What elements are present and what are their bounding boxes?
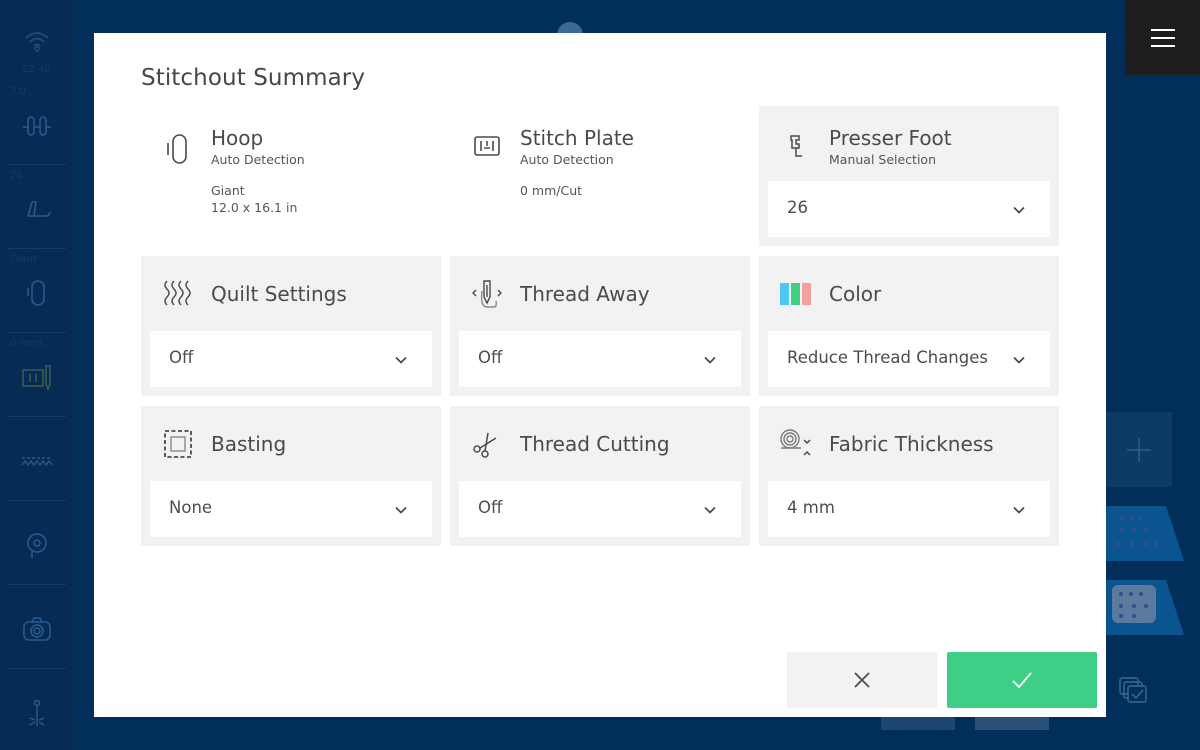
sidebar-item-camera[interactable] bbox=[8, 586, 66, 669]
thread-away-select[interactable]: Off bbox=[459, 331, 741, 387]
chevron-down-icon bbox=[394, 502, 408, 516]
quilt-icon bbox=[161, 277, 195, 311]
confirm-button[interactable] bbox=[947, 652, 1097, 708]
stitch-plate-title: Stitch Plate bbox=[520, 126, 634, 150]
presser-foot-icon bbox=[779, 130, 813, 164]
sidebar-item-bobbin[interactable] bbox=[8, 502, 66, 585]
presser-foot-subtitle: Manual Selection bbox=[829, 152, 937, 167]
thread-away-card: Thread Away Off bbox=[450, 256, 750, 396]
design-thumbnail[interactable] bbox=[1106, 506, 1184, 561]
color-card: Color Reduce Thread Changes bbox=[759, 256, 1059, 396]
hoop-title: Hoop bbox=[211, 126, 264, 150]
sidebar-item-needle-light[interactable] bbox=[8, 670, 66, 750]
quilt-settings-value: Off bbox=[169, 348, 194, 367]
quilt-settings-title: Quilt Settings bbox=[211, 282, 347, 306]
chevron-down-icon bbox=[1012, 202, 1026, 216]
presser-foot-title: Presser Foot bbox=[829, 126, 952, 150]
presser-foot-select[interactable]: 26 bbox=[768, 181, 1050, 237]
thread-cutting-select[interactable]: Off bbox=[459, 481, 741, 537]
quilt-settings-select[interactable]: Off bbox=[150, 331, 432, 387]
fabric-thickness-title: Fabric Thickness bbox=[829, 432, 994, 456]
stitch-plate-card: Stitch Plate Auto Detection 0 mm/Cut bbox=[450, 106, 750, 246]
checkmark-icon bbox=[1010, 668, 1034, 692]
chevron-down-icon bbox=[703, 352, 717, 366]
layers-icon[interactable] bbox=[1118, 676, 1150, 708]
basting-icon bbox=[161, 427, 195, 461]
add-design-button[interactable] bbox=[1106, 412, 1172, 487]
close-icon bbox=[850, 668, 874, 692]
hoop-icon bbox=[161, 132, 195, 166]
wifi-icon bbox=[24, 28, 50, 54]
stitch-plate-needle-icon bbox=[22, 362, 52, 392]
stitch-plate-subtitle: Auto Detection bbox=[520, 152, 614, 167]
stitchout-summary-dialog: Stitchout Summary Hoop Auto Detection Gi… bbox=[94, 33, 1106, 717]
stitch-plate-icon bbox=[470, 130, 504, 164]
sidebar-item-feed-dogs[interactable] bbox=[8, 418, 66, 501]
sidebar-item-stitch-width[interactable]: 3.0 bbox=[8, 82, 66, 165]
presser-foot-value: 26 bbox=[787, 198, 808, 217]
hamburger-menu-icon bbox=[1150, 28, 1175, 48]
sidebar-item-label: 26 bbox=[10, 170, 23, 181]
sidebar: 22:40 3.0 26 Giant 0 mm/... bbox=[0, 0, 74, 750]
color-value: Reduce Thread Changes bbox=[787, 348, 988, 367]
thread-cutting-card: Thread Cutting Off bbox=[450, 406, 750, 546]
camera-icon bbox=[22, 614, 52, 644]
basting-card: Basting None bbox=[141, 406, 441, 546]
chevron-down-icon bbox=[1012, 352, 1026, 366]
fabric-thickness-select[interactable]: 4 mm bbox=[768, 481, 1050, 537]
basting-select[interactable]: None bbox=[150, 481, 432, 537]
thread-away-icon bbox=[470, 277, 504, 311]
fabric-thickness-value: 4 mm bbox=[787, 498, 835, 517]
color-icon bbox=[779, 277, 813, 311]
chevron-down-icon bbox=[1012, 502, 1026, 516]
presser-foot-icon bbox=[22, 194, 52, 224]
color-title: Color bbox=[829, 282, 882, 306]
hoop-subtitle: Auto Detection bbox=[211, 152, 305, 167]
thread-cutting-title: Thread Cutting bbox=[520, 432, 670, 456]
hoop-icon bbox=[22, 278, 52, 308]
presser-foot-card: Presser Foot Manual Selection 26 bbox=[759, 106, 1059, 246]
stitch-width-icon bbox=[22, 110, 52, 140]
fabric-thickness-card: Fabric Thickness 4 mm bbox=[759, 406, 1059, 546]
thread-cutting-value: Off bbox=[478, 498, 503, 517]
design-thumbnail[interactable] bbox=[1106, 580, 1184, 635]
hoop-card: Hoop Auto Detection Giant 12.0 x 16.1 in bbox=[141, 106, 441, 246]
feed-dogs-icon bbox=[21, 446, 53, 476]
color-select[interactable]: Reduce Thread Changes bbox=[768, 331, 1050, 387]
thread-away-value: Off bbox=[478, 348, 503, 367]
background-bar bbox=[975, 716, 1049, 730]
stitch-plate-value: 0 mm/Cut bbox=[520, 183, 583, 198]
hoop-size-name: Giant bbox=[211, 183, 245, 198]
needle-light-icon bbox=[22, 698, 52, 728]
quilt-settings-card: Quilt Settings Off bbox=[141, 256, 441, 396]
plus-icon bbox=[1126, 437, 1152, 463]
thread-away-title: Thread Away bbox=[520, 282, 650, 306]
bobbin-icon bbox=[22, 530, 52, 560]
cancel-button[interactable] bbox=[787, 652, 937, 708]
hoop-dimensions: 12.0 x 16.1 in bbox=[211, 200, 298, 215]
scissors-icon bbox=[470, 427, 504, 461]
sidebar-item-label: 0 mm/... bbox=[10, 338, 52, 349]
sidebar-item-label: 3.0 bbox=[10, 86, 26, 97]
dialog-title: Stitchout Summary bbox=[141, 65, 366, 91]
sidebar-item-presser-foot[interactable]: 26 bbox=[8, 166, 66, 249]
basting-title: Basting bbox=[211, 432, 287, 456]
basting-value: None bbox=[169, 498, 213, 517]
fabric-thickness-icon bbox=[779, 427, 813, 461]
menu-button[interactable] bbox=[1125, 0, 1200, 75]
status-time: 22:40 bbox=[22, 64, 51, 75]
chevron-down-icon bbox=[394, 352, 408, 366]
chevron-down-icon bbox=[703, 502, 717, 516]
sidebar-item-stitch-plate[interactable]: 0 mm/... bbox=[8, 334, 66, 417]
sidebar-item-hoop[interactable]: Giant bbox=[8, 250, 66, 333]
sidebar-item-label: Giant bbox=[10, 254, 37, 265]
background-bar bbox=[881, 716, 955, 730]
